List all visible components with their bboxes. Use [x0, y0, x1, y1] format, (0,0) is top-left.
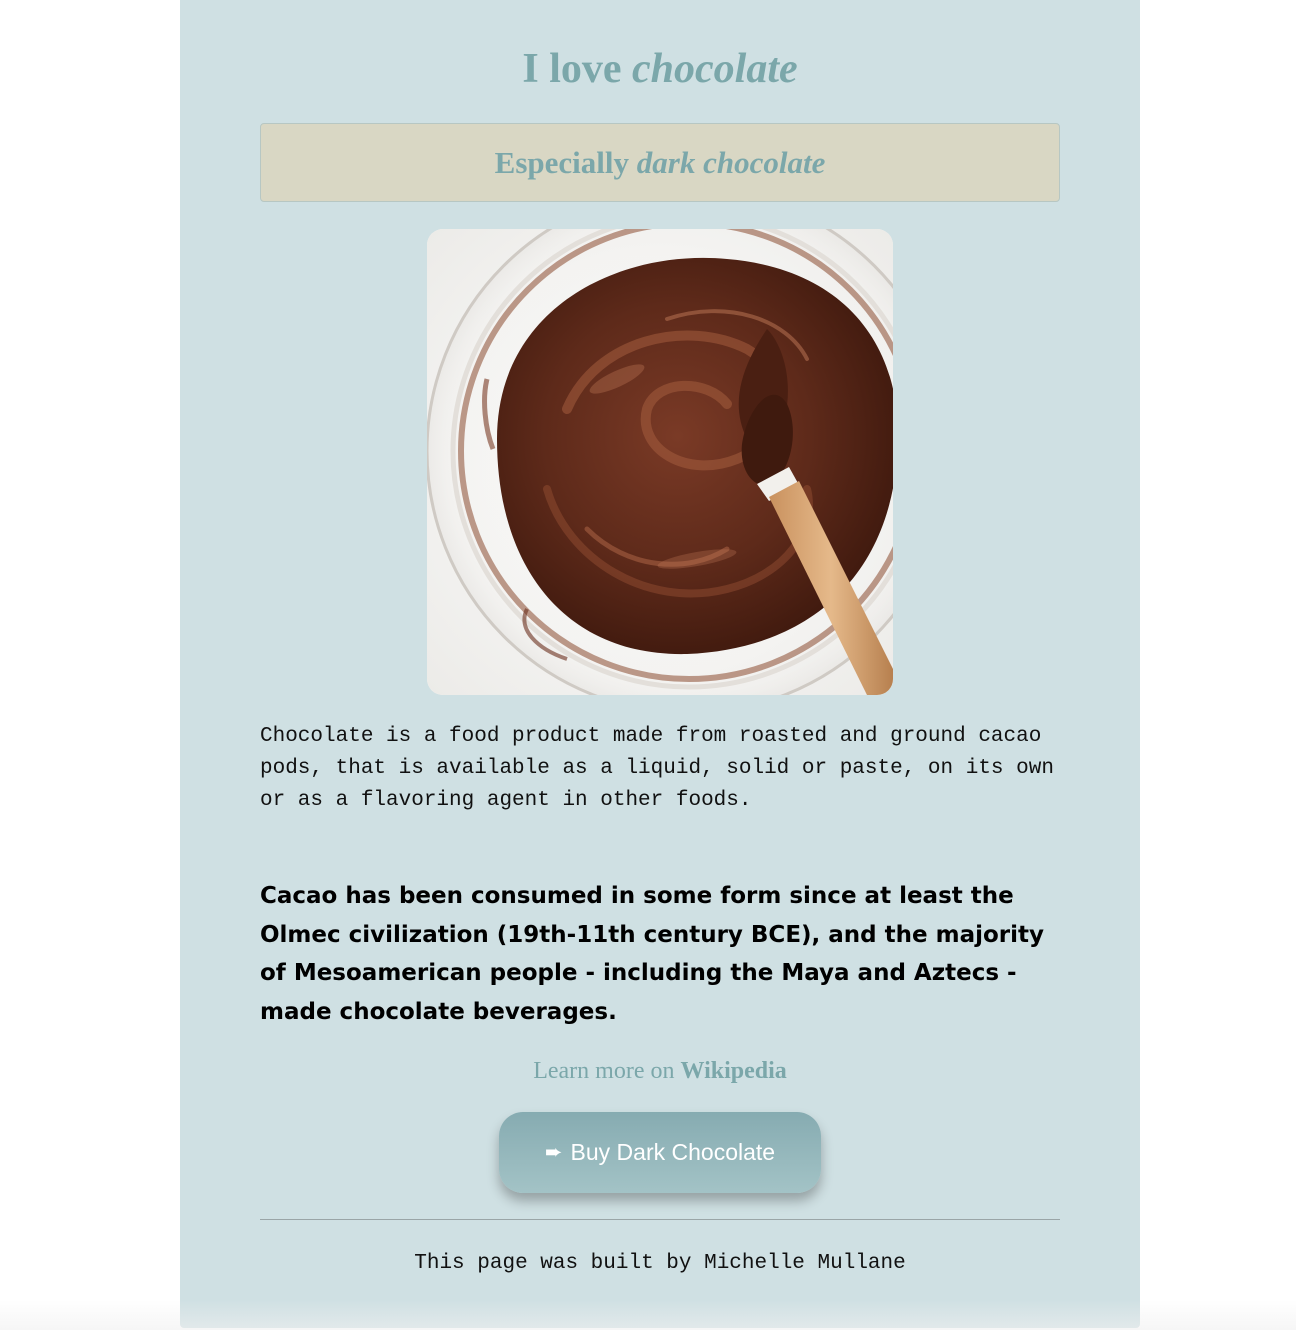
title-text: I love [522, 46, 633, 92]
subtitle-text: Especially [494, 145, 637, 180]
intro-paragraph: Chocolate is a food product made from ro… [260, 725, 1054, 812]
buy-button-label: Buy Dark Chocolate [570, 1139, 776, 1165]
wikipedia-link[interactable]: Wikipedia [681, 1058, 787, 1084]
footer-credit: This page was built by Michelle Mullane [414, 1252, 906, 1275]
buy-dark-chocolate-button[interactable]: ➨ Buy Dark Chocolate [499, 1112, 821, 1193]
subtitle-emphasis: dark chocolate [636, 145, 826, 180]
page-subtitle: Especially dark chocolate [261, 124, 1059, 201]
page-title: I love chocolate [180, 40, 1140, 98]
page-container: I love chocolate Especially dark chocola… [180, 0, 1140, 1328]
title-emphasis: chocolate [632, 46, 798, 92]
learn-more-prefix: Learn more on [533, 1058, 681, 1084]
footer-divider [260, 1219, 1060, 1220]
chocolate-photo [427, 229, 893, 695]
chocolate-bowl-illustration [427, 229, 893, 695]
right-arrow-icon: ➨ [544, 1141, 563, 1164]
history-paragraph: Cacao has been consumed in some form sin… [260, 883, 1045, 1025]
learn-more-line: Learn more on Wikipedia [180, 1055, 1140, 1087]
subtitle-banner: Especially dark chocolate [260, 123, 1060, 202]
